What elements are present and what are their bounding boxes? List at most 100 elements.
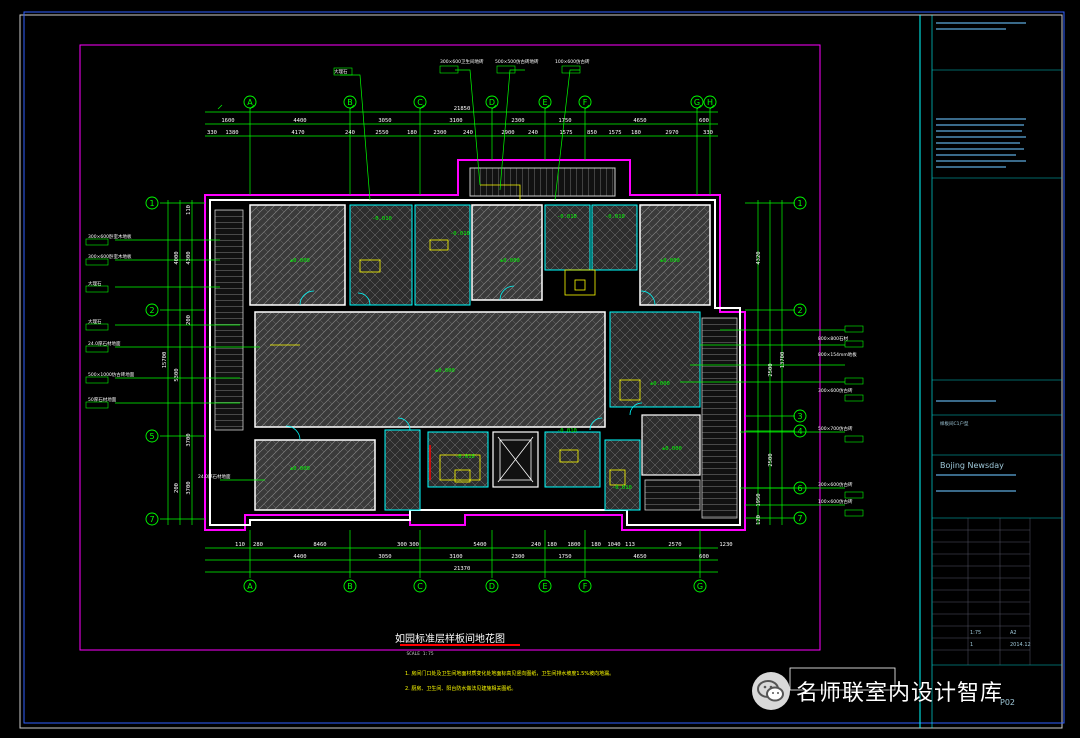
room-kitchen xyxy=(609,311,701,408)
material-tag: 24.0厚石材地面 xyxy=(198,473,231,480)
tb-code: A2 xyxy=(1010,630,1017,636)
dim-top: 2300 xyxy=(433,130,446,136)
dim-left: 4300 xyxy=(186,251,192,264)
level-label: ±0.000 xyxy=(290,258,310,264)
dim-right: 2500 xyxy=(768,363,774,376)
dim-top: 3100 xyxy=(449,118,462,124)
dim-bottom: 1040 xyxy=(607,542,620,548)
watermark-text: 名师联室内设计智库 xyxy=(796,681,1004,706)
dim-bottom: 180 xyxy=(591,542,601,548)
dim-left: 3700 xyxy=(186,433,192,446)
level-label: -0.010 xyxy=(455,454,475,460)
axis-label-top: A xyxy=(247,98,253,107)
watermark: 名师联室内设计智库 xyxy=(752,672,1003,710)
dim-left: 4000 xyxy=(174,251,180,264)
material-tag: 100×600仿古砖 xyxy=(555,58,590,65)
dim-top: 4170 xyxy=(291,130,304,136)
company-name: Bojing Newsday xyxy=(940,461,1004,470)
tb-date: 2014.12 xyxy=(1010,642,1031,648)
level-label: -0.010 xyxy=(605,214,625,220)
dim-top: 4400 xyxy=(293,118,306,124)
note-2: 2. 厨房、卫生间、阳台防水做法见建施相关图纸。 xyxy=(405,685,516,692)
axis-label-right: 7 xyxy=(797,514,802,523)
axis-label-right: 4 xyxy=(797,427,802,436)
dim-bottom: 600 xyxy=(699,554,709,560)
cad-drawing-canvas: ±0.000 ±0.000 ±0.000 ±0.000 ±0.000 ±0.00… xyxy=(19,11,1065,729)
axis-label-right: 1 xyxy=(797,199,802,208)
axis-label-bottom: F xyxy=(583,582,588,591)
level-label: ±0.000 xyxy=(290,466,310,472)
drawing-scale: SCALE 1:75 xyxy=(406,651,433,657)
dim-bottom: 240 xyxy=(531,542,541,548)
level-label: ±0.000 xyxy=(435,368,455,374)
level-label: -0.010 xyxy=(450,231,470,237)
level-label: -0.010 xyxy=(557,214,577,220)
dim-bottom: 180 xyxy=(547,542,557,548)
dim-top: 240 xyxy=(345,130,355,136)
dim-top: 1600 xyxy=(221,118,234,124)
dim-left: 3700 xyxy=(186,481,192,494)
dim-top: 330 xyxy=(703,130,713,136)
room-bedroom-5 xyxy=(641,414,701,476)
dim-top: 1750 xyxy=(558,118,571,124)
dim-bottom: 300 xyxy=(397,542,407,548)
axis-label-top: F xyxy=(583,98,588,107)
dim-left: 200 xyxy=(186,315,192,325)
dim-right: 13700 xyxy=(780,352,786,369)
room-bath-7 xyxy=(544,431,601,488)
dim-left: 5300 xyxy=(174,368,180,381)
material-tag: 300×600仿古砖 xyxy=(818,387,853,394)
axis-label-top: H xyxy=(707,98,713,107)
material-tag: 100×600仿古砖 xyxy=(818,498,853,505)
dim-top: 3050 xyxy=(378,118,391,124)
dim-bottom: 3100 xyxy=(449,554,462,560)
room-bedroom-1 xyxy=(249,204,346,306)
tb-scale: 1:75 xyxy=(970,630,981,636)
dim-bottom: 4650 xyxy=(633,554,646,560)
level-label: ±0.000 xyxy=(650,381,670,387)
dim-bottom: 110 xyxy=(235,542,245,548)
dim-top: 240 xyxy=(463,130,473,136)
level-label: ±0.000 xyxy=(500,258,520,264)
level-label: -0.010 xyxy=(557,428,577,434)
dim-top: 850 xyxy=(587,130,597,136)
axis-label-top: G xyxy=(694,98,700,107)
room-bath-5 xyxy=(384,429,421,511)
dim-bottom: 113 xyxy=(625,542,635,548)
drawing-title: 如园标准层样板间地花图 xyxy=(395,632,505,645)
room-bedroom-2 xyxy=(471,204,543,301)
dim-top: 180 xyxy=(407,130,417,136)
axis-label-right: 6 xyxy=(797,484,802,493)
axis-label-top: D xyxy=(489,98,495,107)
dim-left: 200 xyxy=(174,483,180,493)
material-tag: 大理石 xyxy=(334,68,348,75)
axis-label-bottom: E xyxy=(542,582,547,591)
axis-label-top: B xyxy=(347,98,353,107)
axis-label-right: 2 xyxy=(797,306,802,315)
dim-bottom: 1750 xyxy=(558,554,571,560)
dim-right: 2500 xyxy=(768,453,774,466)
title-block xyxy=(919,15,1062,728)
level-label: -0.010 xyxy=(612,485,632,491)
material-tag: 800×154mm地板 xyxy=(818,351,857,358)
dim-bottom: 4400 xyxy=(293,554,306,560)
dim-total-bottom: 21370 xyxy=(454,566,471,572)
material-tag: 300×600卫生间地砖 xyxy=(440,58,484,65)
material-tag: 500×700仿古砖 xyxy=(818,425,853,432)
dim-top: 1380 xyxy=(225,130,238,136)
axis-label-left: 7 xyxy=(149,515,154,524)
dim-top: 2970 xyxy=(665,130,678,136)
room-bath-2 xyxy=(414,204,471,306)
dim-bottom: 8460 xyxy=(313,542,326,548)
level-label: ±0.000 xyxy=(662,446,682,452)
dim-top: 600 xyxy=(699,118,709,124)
level-label: ±0.000 xyxy=(660,258,680,264)
note-1: 1. 房间门口处及卫生间地面材质变化处地面标高见竖向图纸，卫生间排水坡度1.5%… xyxy=(405,670,614,677)
material-tag: 800×800石材 xyxy=(818,335,848,342)
dim-bottom: 3050 xyxy=(378,554,391,560)
dim-top: 240 xyxy=(528,130,538,136)
dim-bottom: 2300 xyxy=(511,554,524,560)
dim-top: 1575 xyxy=(608,130,621,136)
dim-bottom: 1230 xyxy=(719,542,732,548)
dim-bottom: 2570 xyxy=(668,542,681,548)
